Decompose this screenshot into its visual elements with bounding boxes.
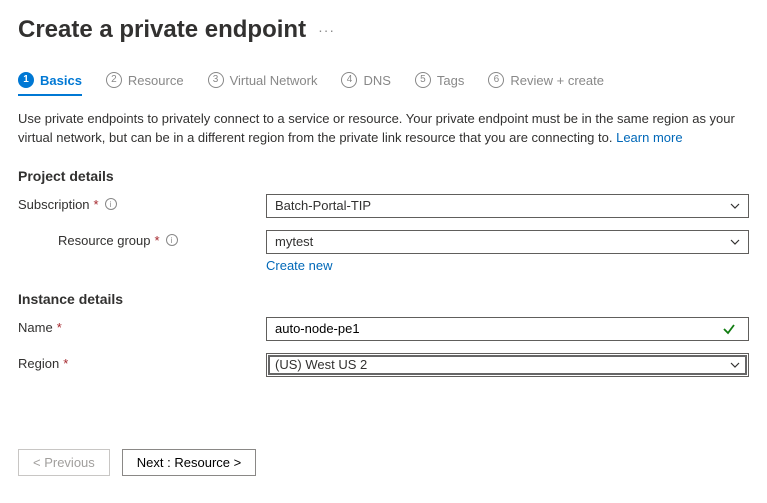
name-field[interactable] — [275, 321, 722, 336]
resource-group-dropdown[interactable]: mytest — [266, 230, 749, 254]
required-indicator: * — [94, 197, 99, 212]
create-new-link[interactable]: Create new — [266, 258, 332, 273]
info-icon[interactable]: i — [105, 198, 117, 210]
section-instance-details: Instance details — [18, 291, 749, 307]
resource-group-value: mytest — [275, 234, 313, 249]
resource-group-label: Resource group — [58, 233, 151, 248]
section-project-details: Project details — [18, 168, 749, 184]
tab-basics[interactable]: 1 Basics — [18, 72, 82, 96]
tab-resource[interactable]: 2 Resource — [106, 72, 184, 96]
subscription-dropdown[interactable]: Batch-Portal-TIP — [266, 194, 749, 218]
required-indicator: * — [155, 233, 160, 248]
tab-review-create[interactable]: 6 Review + create — [488, 72, 604, 96]
step-number-icon: 4 — [341, 72, 357, 88]
required-indicator: * — [57, 320, 62, 335]
next-button[interactable]: Next : Resource > — [122, 449, 256, 476]
name-input[interactable] — [266, 317, 749, 341]
tab-label: DNS — [363, 73, 390, 88]
previous-button: < Previous — [18, 449, 110, 476]
chevron-down-icon — [730, 360, 740, 370]
step-number-icon: 1 — [18, 72, 34, 88]
chevron-down-icon — [730, 237, 740, 247]
tab-label: Tags — [437, 73, 464, 88]
step-number-icon: 3 — [208, 72, 224, 88]
page-title: Create a private endpoint — [18, 16, 306, 44]
subscription-label: Subscription — [18, 197, 90, 212]
required-indicator: * — [63, 356, 68, 371]
tab-label: Basics — [40, 73, 82, 88]
info-icon[interactable]: i — [166, 234, 178, 246]
chevron-down-icon — [730, 201, 740, 211]
step-number-icon: 2 — [106, 72, 122, 88]
wizard-tabs: 1 Basics 2 Resource 3 Virtual Network 4 … — [18, 72, 749, 96]
region-dropdown[interactable]: (US) West US 2 — [266, 353, 749, 377]
name-label: Name — [18, 320, 53, 335]
learn-more-link[interactable]: Learn more — [616, 130, 682, 145]
subscription-value: Batch-Portal-TIP — [275, 198, 371, 213]
step-number-icon: 6 — [488, 72, 504, 88]
tab-virtual-network[interactable]: 3 Virtual Network — [208, 72, 318, 96]
tab-label: Review + create — [510, 73, 604, 88]
description: Use private endpoints to privately conne… — [18, 110, 748, 148]
step-number-icon: 5 — [415, 72, 431, 88]
region-value: (US) West US 2 — [275, 357, 367, 372]
tab-dns[interactable]: 4 DNS — [341, 72, 390, 96]
tab-label: Virtual Network — [230, 73, 318, 88]
more-icon[interactable]: ··· — [318, 22, 335, 38]
region-label: Region — [18, 356, 59, 371]
tab-label: Resource — [128, 73, 184, 88]
check-icon — [722, 322, 736, 336]
tab-tags[interactable]: 5 Tags — [415, 72, 464, 96]
